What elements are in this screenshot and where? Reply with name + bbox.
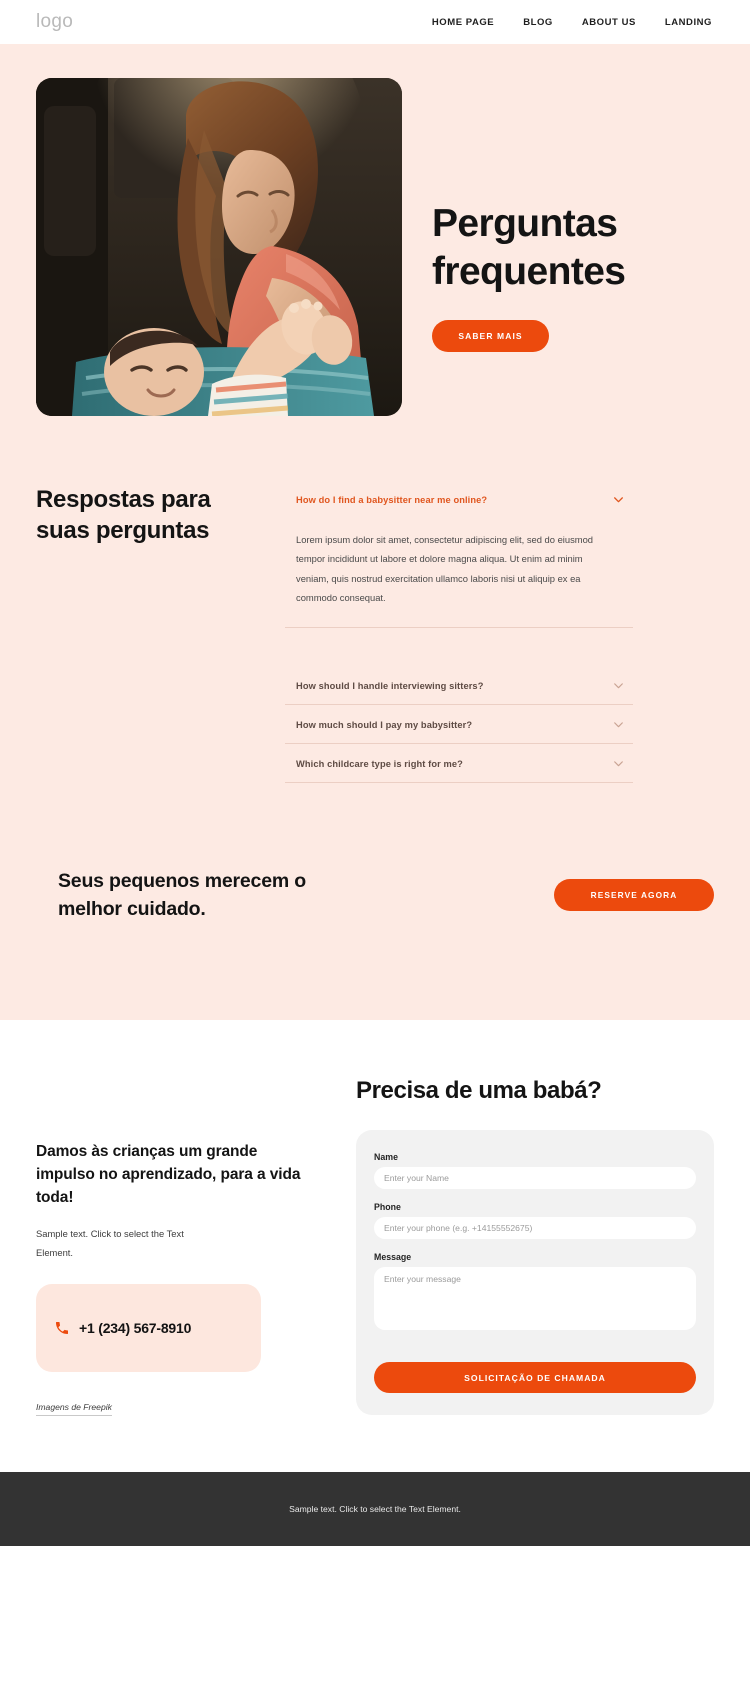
hero-section: Perguntas frequentes SABER MAIS [0,44,750,416]
contact-info-column: Damos às crianças um grande impulso no a… [36,1072,336,1417]
faq-spacer [285,628,633,666]
main-nav: HOME PAGE BLOG ABOUT US LANDING [432,17,712,28]
chevron-down-icon[interactable] [612,757,625,770]
contact-form: Name Phone Message SOLICITAÇÃO DE CHAMAD… [356,1130,714,1416]
phone-input[interactable] [374,1217,696,1240]
phone-icon [54,1320,70,1336]
chevron-down-icon[interactable] [612,718,625,731]
faq-item-1[interactable]: How do I find a babysitter near me onlin… [285,480,633,629]
faq-accordion: How do I find a babysitter near me onlin… [285,480,633,784]
cta-text: Seus pequenos merecem o melhor cuidado. [58,870,306,921]
hero-image [36,78,402,416]
nav-item-landing[interactable]: LANDING [665,17,712,28]
form-title: Precisa de uma babá? [356,1076,602,1104]
message-field-group: Message [374,1252,696,1335]
faq-item-4[interactable]: Which childcare type is right for me? [285,744,633,784]
phone-label: Phone [374,1202,401,1213]
message-label: Message [374,1252,412,1263]
faq-question-4: Which childcare type is right for me? [296,758,463,769]
contact-left-subtext: Sample text. Click to select the Text El… [36,1228,184,1258]
faq-item-3[interactable]: How much should I pay my babysitter? [285,705,633,745]
pink-section-wrapper: Perguntas frequentes SABER MAIS Resposta… [0,44,750,1020]
hero-photo-column [0,78,402,416]
chevron-down-icon[interactable] [612,679,625,692]
footer-text: Sample text. Click to select the Text El… [289,1504,461,1515]
faq-row-4[interactable]: Which childcare type is right for me? [285,744,633,782]
cta-section: Seus pequenos merecem o melhor cuidado. … [0,783,750,1020]
phone-field-group: Phone [374,1202,696,1240]
faq-section: Respostas para suas perguntas How do I f… [0,416,750,784]
phone-card[interactable]: +1 (234) 567-8910 [36,1284,261,1373]
faq-row-3[interactable]: How much should I pay my babysitter? [285,705,633,743]
faq-question-2: How should I handle interviewing sitters… [296,680,484,691]
faq-heading: Respostas para suas perguntas [36,486,211,545]
reserve-agora-button[interactable]: RESERVE AGORA [554,879,714,912]
name-input[interactable] [374,1167,696,1190]
faq-heading-column: Respostas para suas perguntas [0,480,285,783]
hero-text-column: Perguntas frequentes SABER MAIS [402,78,750,353]
contact-form-column: Precisa de uma babá? Name Phone Message … [356,1072,714,1416]
faq-row-2[interactable]: How should I handle interviewing sitters… [285,666,633,704]
nav-item-blog[interactable]: BLOG [523,17,553,28]
hero-title: Perguntas frequentes [432,202,626,293]
nav-item-home-page[interactable]: HOME PAGE [432,17,494,28]
saber-mais-button[interactable]: SABER MAIS [432,320,549,353]
faq-question-1: How do I find a babysitter near me onlin… [296,494,488,505]
faq-row-1[interactable]: How do I find a babysitter near me onlin… [285,480,633,518]
faq-question-3: How much should I pay my babysitter? [296,719,473,730]
name-field-group: Name [374,1152,696,1190]
phone-number: +1 (234) 567-8910 [79,1320,192,1337]
chevron-down-icon[interactable] [612,493,625,506]
faq-answer-1: Lorem ipsum dolor sit amet, consectetur … [296,534,594,603]
name-label: Name [374,1152,398,1163]
contact-left-title: Damos às crianças um grande impulso no a… [36,1142,301,1207]
faq-item-2[interactable]: How should I handle interviewing sitters… [285,666,633,706]
nav-item-about-us[interactable]: ABOUT US [582,17,636,28]
submit-call-request-button[interactable]: SOLICITAÇÃO DE CHAMADA [374,1362,696,1394]
logo[interactable]: logo [36,11,73,33]
image-credit[interactable]: Imagens de Freepik [36,1402,112,1417]
contact-section: Damos às crianças um grande impulso no a… [0,1019,750,1473]
message-textarea[interactable] [374,1267,696,1331]
site-footer: Sample text. Click to select the Text El… [0,1472,750,1547]
site-header: logo HOME PAGE BLOG ABOUT US LANDING [0,0,750,44]
